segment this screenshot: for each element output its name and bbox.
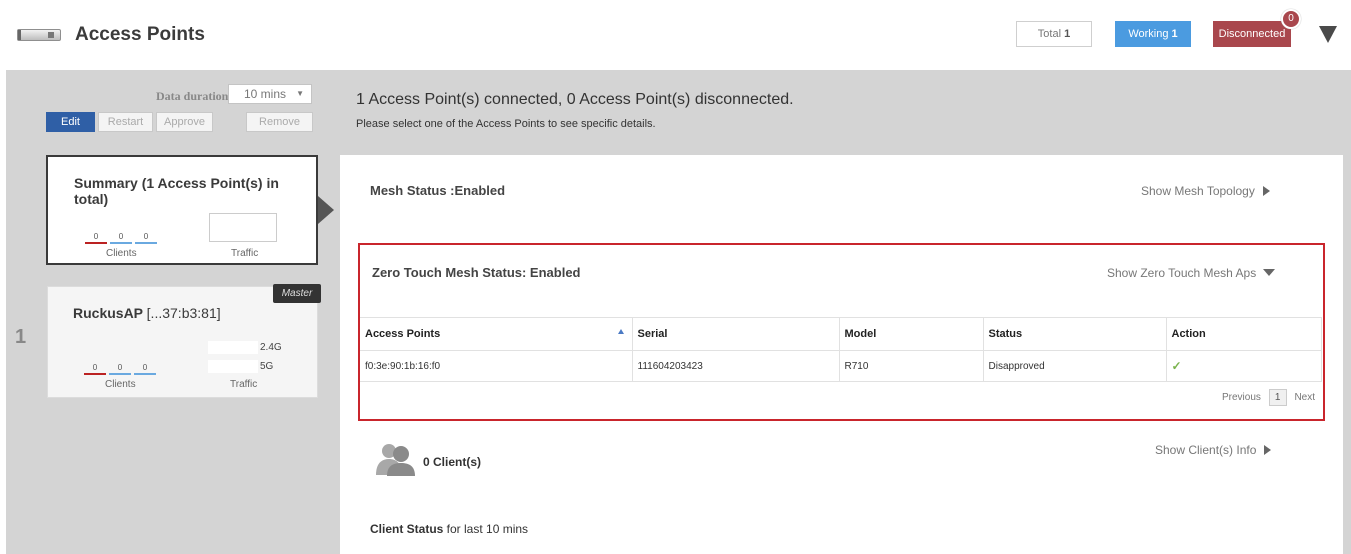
table-header-row: Access Points Serial Model Status Action [360,317,1322,351]
access-point-card[interactable]: Master RuckusAP [...37:b3:81] 2.4G 5G 0 … [47,284,321,398]
ap-client-bar-a [84,373,106,375]
summary-card[interactable]: Summary (1 Access Point(s) in total) 0 0… [46,155,318,265]
working-count-chip[interactable]: Working 1 [1115,21,1191,47]
pagination-previous[interactable]: Previous [1222,392,1261,403]
zero-touch-mesh-section: Zero Touch Mesh Status: Enabled Show Zer… [358,243,1325,421]
band-bar-24g [208,341,258,354]
content-area: Data duration: 10 mins ▼ Edit Restart Ap… [6,70,1351,554]
pagination-page[interactable]: 1 [1268,389,1287,406]
col-action[interactable]: Action [1166,317,1322,351]
details-panel: Mesh Status :Enabled Show Mesh Topology … [340,155,1343,554]
page-title: Access Points [75,24,205,45]
client-count-c: 0 [143,232,149,241]
col-model[interactable]: Model [839,317,984,351]
working-label: Working [1128,28,1169,40]
pagination-next[interactable]: Next [1294,392,1315,403]
ap-client-count-c: 0 [142,363,148,372]
traffic-graph [209,213,277,242]
client-status-bold: Client Status [370,522,444,536]
total-label: Total [1037,28,1062,40]
show-clients-info-link[interactable]: Show Client(s) Info [1155,443,1272,457]
col-access-points[interactable]: Access Points [360,317,633,351]
ap-clients-caption: Clients [105,379,136,390]
edit-button[interactable]: Edit [46,112,95,132]
show-mesh-topology-link[interactable]: Show Mesh Topology [1141,184,1270,198]
client-count-a: 0 [93,232,99,241]
ap-traffic-caption: Traffic [230,379,258,390]
clients-caption: Clients [106,248,137,259]
expand-right-icon [1262,186,1270,196]
data-duration-value: 10 mins [244,87,287,101]
total-count-chip[interactable]: Total 1 [1016,21,1092,47]
chevron-down-icon [1263,269,1276,276]
chevron-down-icon: ▼ [296,89,304,98]
band-bar-5g [208,360,258,373]
disconnected-chip[interactable]: Disconnected [1213,21,1291,47]
restart-button[interactable]: Restart [98,112,153,132]
connection-status-message: 1 Access Point(s) connected, 0 Access Po… [356,91,794,108]
col-access-points-label: Access Points [365,328,441,340]
show-clients-info-label: Show Client(s) Info [1155,443,1257,457]
band-label-5g: 5G [260,361,274,372]
ap-client-count-b: 0 [117,363,123,372]
collapse-arrow-icon[interactable] [1319,26,1337,43]
disconnected-label: Disconnected [1218,28,1286,40]
ap-client-count-a: 0 [92,363,98,372]
ap-name-line: RuckusAP [...37:b3:81] [73,305,221,321]
zero-touch-table: Access Points Serial Model Status Action… [360,317,1322,382]
client-bar-b [110,242,132,244]
band-label-24g: 2.4G [260,342,282,353]
cell-serial: 111604203423 [632,350,840,382]
page-header: Access Points Total 1 Working 1 Disconne… [0,0,1351,70]
clients-icon [376,444,415,476]
summary-title: Summary (1 Access Point(s) in total) [74,175,279,207]
cell-model: R710 [839,350,984,382]
client-status-period: for last 10 mins [443,522,529,536]
data-duration-label: Data duration: [156,89,233,103]
total-value: 1 [1064,28,1071,40]
access-point-device-icon [17,29,61,41]
col-serial[interactable]: Serial [632,317,840,351]
table-row[interactable]: f0:3e:90:1b:16:f0 111604203423 R710 Disa… [360,350,1322,382]
client-bar-a [85,242,107,244]
sort-ascending-icon [617,329,624,334]
cell-access-point: f0:3e:90:1b:16:f0 [360,350,633,382]
col-status[interactable]: Status [983,317,1167,351]
client-count-b: 0 [118,232,124,241]
approve-check-icon[interactable]: ✓ [1172,359,1182,373]
selection-hint: Please select one of the Access Points t… [356,118,656,130]
selected-arrow-icon [318,196,334,224]
client-status-heading: Client Status for last 10 mins [370,522,528,536]
expand-right-icon [1264,445,1272,455]
traffic-caption: Traffic [231,248,259,259]
ap-name: RuckusAP [73,305,143,321]
data-duration-select[interactable]: 10 mins ▼ [228,84,312,104]
ap-index-number: 1 [15,326,27,348]
approve-button[interactable]: Approve [156,112,213,132]
cell-action: ✓ [1166,350,1322,382]
client-count: 0 Client(s) [423,455,482,469]
mesh-status-title: Mesh Status :Enabled [370,183,506,198]
ap-client-bar-b [109,373,131,375]
show-zero-touch-aps-link[interactable]: Show Zero Touch Mesh Aps [1107,266,1276,280]
ap-client-bar-c [134,373,156,375]
show-mesh-topology-label: Show Mesh Topology [1141,184,1255,198]
ap-mac-suffix: [...37:b3:81] [146,305,221,321]
zero-touch-mesh-title: Zero Touch Mesh Status: Enabled [372,265,581,280]
client-bar-c [135,242,157,244]
pagination: Previous 1 Next [1222,389,1315,406]
working-value: 1 [1171,28,1178,40]
remove-button[interactable]: Remove [246,112,313,132]
master-tag: Master [273,284,321,303]
cell-status: Disapproved [983,350,1167,382]
disconnected-count-badge: 0 [1281,9,1301,29]
show-zero-touch-aps-label: Show Zero Touch Mesh Aps [1107,266,1257,280]
